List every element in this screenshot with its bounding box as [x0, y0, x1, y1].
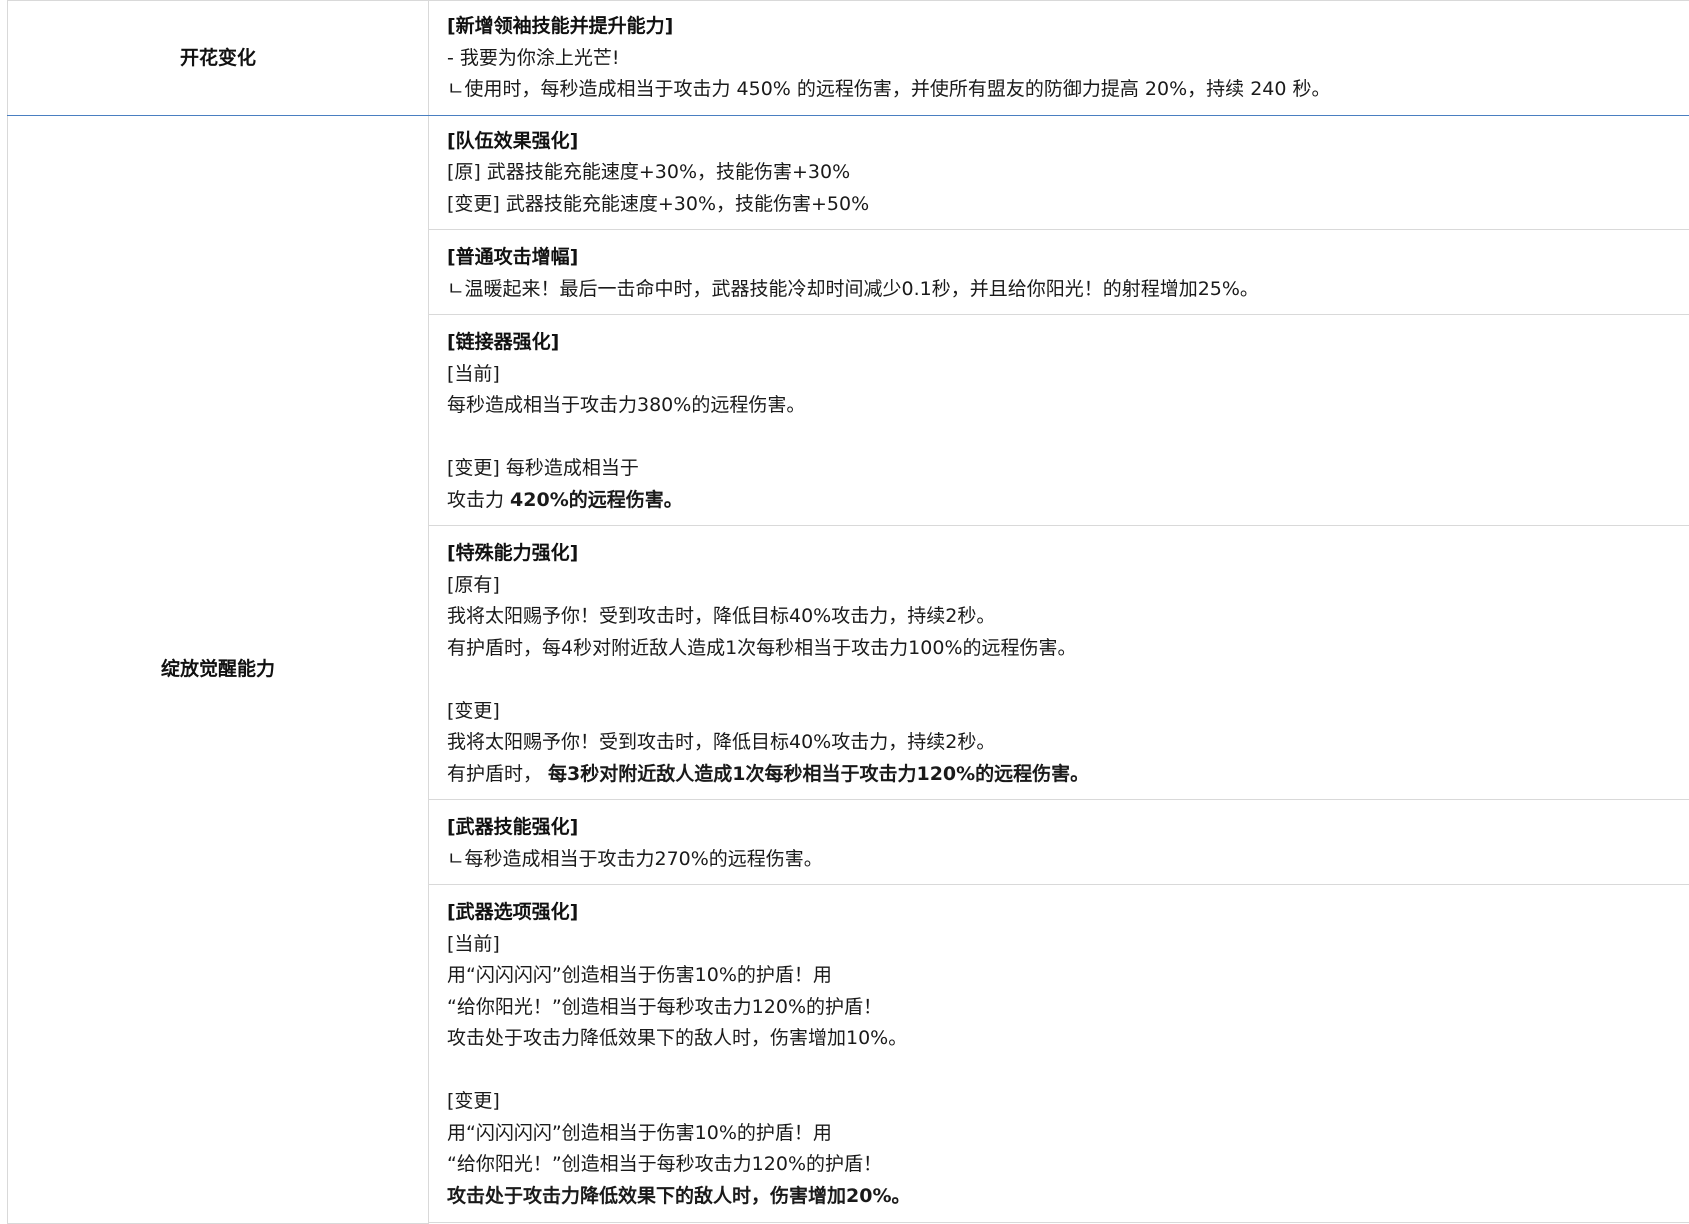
block-line: “给你阳光！”创造相当于每秒攻击力120%的护盾！	[447, 992, 1671, 1024]
block-line: 用“闪闪闪闪”创造相当于伤害10%的护盾！用	[447, 960, 1671, 992]
block-line: [变更] 武器技能充能速度+30%，技能伤害+50%	[447, 189, 1671, 221]
block-line: [变更]	[447, 1086, 1671, 1118]
block-line: 我将太阳赐予你！受到攻击时，降低目标40%攻击力，持续2秒。	[447, 727, 1671, 759]
changes-table: 开花变化 [新增领袖技能并提升能力] - 我要为你涂上光芒! ㄴ使用时，每秒造成…	[7, 0, 1689, 1224]
block-line: 我将太阳赐予你！受到攻击时，降低目标40%攻击力，持续2秒。	[447, 601, 1671, 633]
row-label-bloom: 开花变化	[8, 1, 429, 116]
line-prefix: 有护盾时，	[447, 763, 548, 785]
block-title: [武器技能强化]	[447, 812, 1671, 844]
block-line: 攻击力 420%的远程伤害。	[447, 485, 1671, 517]
block-line: 攻击处于攻击力降低效果下的敌人时，伤害增加10%。	[447, 1023, 1671, 1055]
block-line: [当前]	[447, 359, 1671, 391]
block-line: [变更] 每秒造成相当于	[447, 453, 1671, 485]
block-line: [变更]	[447, 696, 1671, 728]
table-row-awaken: 绽放觉醒能力 [队伍效果强化] [原] 武器技能充能速度+30%，技能伤害+30…	[8, 115, 1689, 1223]
block-title: [链接器强化]	[447, 327, 1671, 359]
line-bold: 每3秒对附近敌人造成1次每秒相当于攻击力120%的远程伤害。	[548, 763, 1089, 785]
block-leader-skill: [新增领袖技能并提升能力] - 我要为你涂上光芒! ㄴ使用时，每秒造成相当于攻击…	[429, 1, 1689, 115]
block-line: [当前]	[447, 929, 1671, 961]
page: 开花变化 [新增领袖技能并提升能力] - 我要为你涂上光芒! ㄴ使用时，每秒造成…	[0, 0, 1689, 1213]
block-title: [普通攻击增幅]	[447, 242, 1671, 274]
block-line: 有护盾时，每4秒对附近敌人造成1次每秒相当于攻击力100%的远程伤害。	[447, 633, 1671, 665]
line-bold: 420%的远程伤害。	[510, 489, 683, 511]
block-line: ㄴ使用时，每秒造成相当于攻击力 450% 的远程伤害，并使所有盟友的防御力提高 …	[447, 74, 1671, 106]
block-team-effect: [队伍效果强化] [原] 武器技能充能速度+30%，技能伤害+30% [变更] …	[429, 116, 1689, 231]
block-line: 每秒造成相当于攻击力380%的远程伤害。	[447, 390, 1671, 422]
block-line: - 我要为你涂上光芒!	[447, 43, 1671, 75]
block-title: [武器选项强化]	[447, 897, 1671, 929]
block-title: [新增领袖技能并提升能力]	[447, 11, 1671, 43]
block-title: [队伍效果强化]	[447, 126, 1671, 158]
block-special-ability: [特殊能力强化] [原有] 我将太阳赐予你！受到攻击时，降低目标40%攻击力，持…	[429, 526, 1689, 800]
block-linker: [链接器强化] [当前] 每秒造成相当于攻击力380%的远程伤害。 [变更] 每…	[429, 315, 1689, 526]
block-line: 用“闪闪闪闪”创造相当于伤害10%的护盾！用	[447, 1118, 1671, 1150]
row-content-bloom: [新增领袖技能并提升能力] - 我要为你涂上光芒! ㄴ使用时，每秒造成相当于攻击…	[429, 1, 1689, 116]
block-line: 有护盾时， 每3秒对附近敌人造成1次每秒相当于攻击力120%的远程伤害。	[447, 759, 1671, 791]
block-line: ㄴ每秒造成相当于攻击力270%的远程伤害。	[447, 844, 1671, 876]
block-line: ㄴ温暖起来！最后一击命中时，武器技能冷却时间减少0.1秒，并且给你阳光！的射程增…	[447, 274, 1671, 306]
block-weapon-skill: [武器技能强化] ㄴ每秒造成相当于攻击力270%的远程伤害。	[429, 800, 1689, 885]
block-line-bold: 攻击处于攻击力降低效果下的敌人时，伤害增加20%。	[447, 1181, 1671, 1213]
block-line: [原] 武器技能充能速度+30%，技能伤害+30%	[447, 157, 1671, 189]
table-row-bloom: 开花变化 [新增领袖技能并提升能力] - 我要为你涂上光芒! ㄴ使用时，每秒造成…	[8, 1, 1689, 116]
row-content-awaken: [队伍效果强化] [原] 武器技能充能速度+30%，技能伤害+30% [变更] …	[429, 115, 1689, 1223]
line-prefix: 攻击力	[447, 489, 510, 511]
spacer	[447, 1055, 1671, 1087]
block-line: [原有]	[447, 570, 1671, 602]
row-label-awaken: 绽放觉醒能力	[8, 115, 429, 1223]
block-line: “给你阳光！”创造相当于每秒攻击力120%的护盾！	[447, 1149, 1671, 1181]
block-weapon-option: [武器选项强化] [当前] 用“闪闪闪闪”创造相当于伤害10%的护盾！用 “给你…	[429, 885, 1689, 1223]
block-title: [特殊能力强化]	[447, 538, 1671, 570]
spacer	[447, 422, 1671, 454]
spacer	[447, 664, 1671, 696]
block-normal-attack: [普通攻击增幅] ㄴ温暖起来！最后一击命中时，武器技能冷却时间减少0.1秒，并且…	[429, 230, 1689, 315]
